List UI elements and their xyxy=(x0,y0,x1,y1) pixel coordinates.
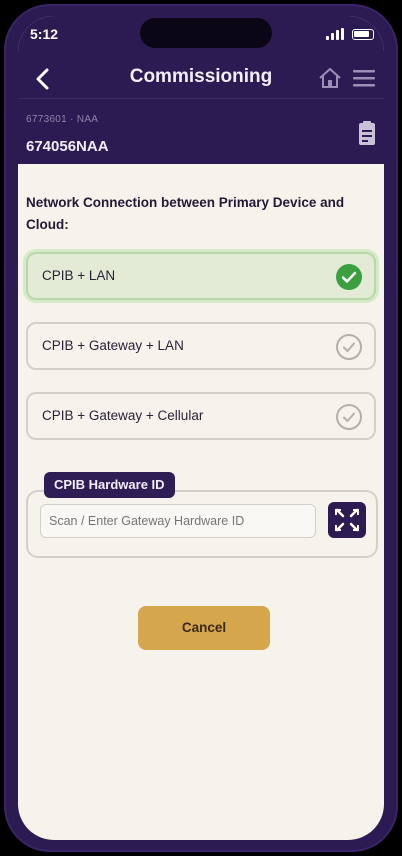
option-cpib-gateway-lan[interactable]: CPIB + Gateway + LAN xyxy=(26,322,376,370)
hardware-id-input[interactable] xyxy=(40,504,316,538)
hardware-id-label: CPIB Hardware ID xyxy=(44,472,175,498)
status-time: 5:12 xyxy=(30,26,59,42)
app-screen: 5:12 Commissioning 6773601 · NAA 674056N… xyxy=(18,16,384,840)
option-cpib-lan[interactable]: CPIB + LAN xyxy=(26,252,376,300)
header-bar: 5:12 Commissioning 6773601 · NAA 674056N… xyxy=(18,16,384,164)
device-subtitle: 6773601 · NAA xyxy=(26,114,99,125)
status-icons xyxy=(326,28,374,40)
option-label: CPIB + Gateway + Cellular xyxy=(42,408,204,423)
phone-frame: 5:12 Commissioning 6773601 · NAA 674056N… xyxy=(4,4,398,852)
cancel-button[interactable]: Cancel xyxy=(138,606,270,650)
notch xyxy=(140,18,272,48)
home-icon xyxy=(319,68,341,88)
document-button[interactable] xyxy=(354,120,380,148)
check-circle-icon xyxy=(336,264,362,290)
battery-icon xyxy=(352,28,374,40)
signal-icon xyxy=(326,28,344,40)
option-cpib-gateway-cellular[interactable]: CPIB + Gateway + Cellular xyxy=(26,392,376,440)
scan-button[interactable] xyxy=(328,502,366,538)
home-button[interactable] xyxy=(316,64,344,92)
network-question: Network Connection between Primary Devic… xyxy=(26,195,345,232)
device-id: 674056NAA xyxy=(26,138,109,155)
unchecked-circle-icon xyxy=(336,334,362,360)
qr-scan-icon xyxy=(335,508,359,532)
unchecked-circle-icon xyxy=(336,404,362,430)
hamburger-menu-icon xyxy=(353,70,375,87)
option-label: CPIB + LAN xyxy=(42,268,116,283)
document-icon xyxy=(359,121,375,145)
option-label: CPIB + Gateway + LAN xyxy=(42,338,184,353)
header-divider xyxy=(18,98,384,99)
menu-button[interactable] xyxy=(350,64,378,92)
